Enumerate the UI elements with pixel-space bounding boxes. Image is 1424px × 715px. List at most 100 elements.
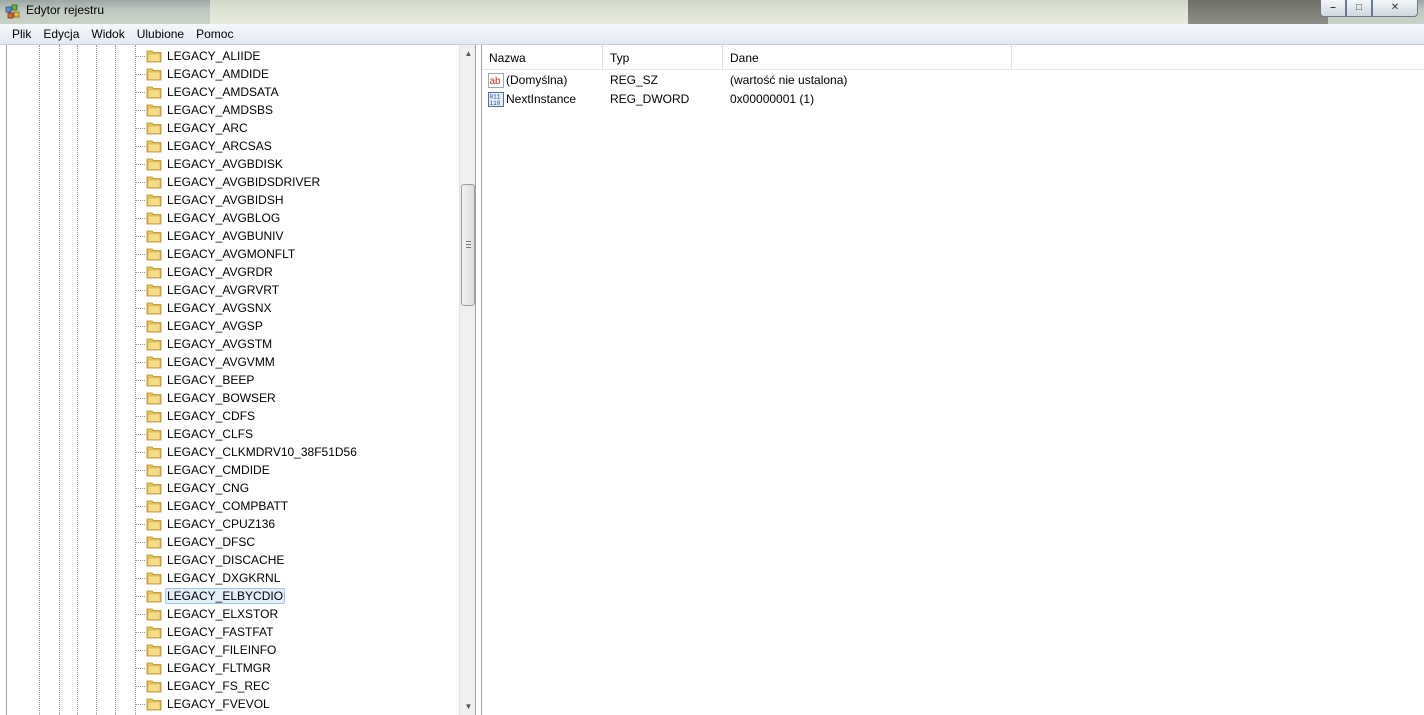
tree-connector — [135, 470, 145, 471]
scroll-thumb[interactable] — [461, 184, 475, 306]
tree-item-label: LEGACY_ELXSTOR — [167, 607, 279, 621]
tree-item[interactable]: LEGACY_AMDIDE — [7, 65, 459, 83]
expand-arrow-icon[interactable] — [129, 644, 135, 654]
expand-arrow-icon[interactable] — [129, 410, 135, 420]
expand-arrow-icon[interactable] — [129, 212, 135, 222]
scroll-up-arrow-icon[interactable]: ▲ — [460, 45, 475, 62]
menu-edycja[interactable]: Edycja — [37, 24, 85, 44]
tree-connector — [135, 182, 145, 183]
column-header-typ[interactable]: Typ — [603, 45, 723, 70]
scroll-grip-icon — [466, 241, 471, 248]
tree-item[interactable]: LEGACY_CMDIDE — [7, 461, 459, 479]
expand-arrow-icon[interactable] — [129, 230, 135, 240]
minimize-button[interactable]: – — [1320, 0, 1346, 17]
list-row[interactable]: ab (Domyślna) REG_SZ (wartość nie ustalo… — [482, 71, 1424, 90]
tree-item-label: LEGACY_FILEINFO — [167, 643, 277, 657]
expand-arrow-icon[interactable] — [129, 374, 135, 384]
expand-arrow-icon[interactable] — [129, 338, 135, 348]
tree-item[interactable]: LEGACY_FLTMGR — [7, 659, 459, 677]
tree-item[interactable]: LEGACY_CDFS — [7, 407, 459, 425]
tree-item[interactable]: LEGACY_ARCSAS — [7, 137, 459, 155]
tree-item[interactable]: LEGACY_AVGSP — [7, 317, 459, 335]
tree-scrollbar[interactable]: ▲ ▼ — [459, 45, 475, 715]
tree-connector — [135, 128, 145, 129]
tree-connector — [135, 452, 145, 453]
tree-item[interactable]: LEGACY_ARC — [7, 119, 459, 137]
menu-ulubione[interactable]: Ulubione — [131, 24, 190, 44]
expand-arrow-icon[interactable] — [129, 356, 135, 366]
expand-arrow-icon[interactable] — [129, 518, 135, 528]
expand-arrow-icon[interactable] — [129, 284, 135, 294]
tree-item[interactable]: LEGACY_AVGBIDSDRIVER — [7, 173, 459, 191]
tree-item[interactable]: LEGACY_CLKMDRV10_38F51D56 — [7, 443, 459, 461]
tree-item[interactable]: LEGACY_CPUZ136 — [7, 515, 459, 533]
folder-icon — [146, 392, 162, 405]
tree-item[interactable]: LEGACY_AMDSBS — [7, 101, 459, 119]
tree-item[interactable]: LEGACY_CLFS — [7, 425, 459, 443]
tree-item[interactable]: LEGACY_FS_REC — [7, 677, 459, 695]
expand-arrow-icon[interactable] — [129, 158, 135, 168]
tree-item[interactable]: LEGACY_ALIIDE — [7, 47, 459, 65]
folder-icon — [146, 122, 162, 135]
folder-icon — [146, 320, 162, 333]
expand-arrow-icon[interactable] — [129, 176, 135, 186]
folder-icon — [146, 374, 162, 387]
value-data: (wartość nie ustalona) — [730, 73, 848, 87]
tree-item[interactable]: LEGACY_AVGSNX — [7, 299, 459, 317]
expand-arrow-icon[interactable] — [129, 680, 135, 690]
scroll-down-arrow-icon[interactable]: ▼ — [460, 698, 475, 715]
tree-item[interactable]: LEGACY_FVEVOL — [7, 695, 459, 713]
tree-item[interactable]: LEGACY_AVGMONFLT — [7, 245, 459, 263]
expand-arrow-icon[interactable] — [129, 446, 135, 456]
tree-item-label: LEGACY_AMDSATA — [167, 85, 279, 99]
maximize-button[interactable]: □ — [1346, 0, 1372, 17]
expand-arrow-icon[interactable] — [129, 536, 135, 546]
tree-item[interactable]: LEGACY_AVGVMM — [7, 353, 459, 371]
tree-item[interactable]: LEGACY_AVGRVRT — [7, 281, 459, 299]
tree-item[interactable]: LEGACY_ELXSTOR — [7, 605, 459, 623]
menu-plik[interactable]: Plik — [6, 24, 37, 44]
tree-item[interactable]: LEGACY_FASTFAT — [7, 623, 459, 641]
expand-arrow-icon[interactable] — [129, 320, 135, 330]
expand-arrow-icon[interactable] — [129, 248, 135, 258]
menu-pomoc[interactable]: Pomoc — [190, 24, 239, 44]
tree-item-label: LEGACY_FVEVOL — [167, 697, 270, 711]
expand-arrow-icon[interactable] — [129, 302, 135, 312]
expand-arrow-icon[interactable] — [129, 626, 135, 636]
expand-arrow-icon[interactable] — [129, 266, 135, 276]
column-header-nazwa[interactable]: Nazwa — [482, 45, 603, 70]
tree-item[interactable]: LEGACY_DFSC — [7, 533, 459, 551]
tree-item[interactable]: LEGACY_DISCACHE — [7, 551, 459, 569]
tree-item[interactable]: LEGACY_ELBYCDIO — [7, 587, 459, 605]
tree-item[interactable]: LEGACY_DXGKRNL — [7, 569, 459, 587]
expand-arrow-icon[interactable] — [129, 662, 135, 672]
close-button[interactable]: ✕ — [1372, 0, 1418, 17]
tree-item[interactable]: LEGACY_AVGBDISK — [7, 155, 459, 173]
expand-arrow-icon[interactable] — [129, 698, 135, 708]
tree-item-label: LEGACY_AVGSNX — [167, 301, 272, 315]
tree-item[interactable]: LEGACY_CNG — [7, 479, 459, 497]
expand-arrow-icon[interactable] — [129, 500, 135, 510]
expand-arrow-icon[interactable] — [129, 194, 135, 204]
expand-arrow-icon[interactable] — [129, 554, 135, 564]
tree-item[interactable]: LEGACY_AVGBUNIV — [7, 227, 459, 245]
expand-arrow-icon[interactable] — [129, 572, 135, 582]
tree-item[interactable]: LEGACY_AMDSATA — [7, 83, 459, 101]
tree-item[interactable]: LEGACY_AVGSTM — [7, 335, 459, 353]
menu-widok[interactable]: Widok — [85, 24, 130, 44]
tree-connector — [135, 146, 145, 147]
tree-item[interactable]: LEGACY_COMPBATT — [7, 497, 459, 515]
expand-arrow-icon[interactable] — [129, 428, 135, 438]
expand-arrow-icon[interactable] — [129, 482, 135, 492]
tree-item[interactable]: LEGACY_BEEP — [7, 371, 459, 389]
registry-tree[interactable]: LEGACY_ALIIDE LEGACY_AMDIDE LEGACY_AMDSATA… — [6, 45, 476, 715]
tree-item[interactable]: LEGACY_FILEINFO — [7, 641, 459, 659]
column-header-dane[interactable]: Dane — [723, 45, 1012, 70]
expand-arrow-icon[interactable] — [129, 392, 135, 402]
tree-item[interactable]: LEGACY_AVGBLOG — [7, 209, 459, 227]
values-list[interactable]: Nazwa Typ Dane ab (Domyślna) REG_SZ (war… — [481, 45, 1424, 715]
tree-item[interactable]: LEGACY_AVGBIDSH — [7, 191, 459, 209]
tree-item[interactable]: LEGACY_AVGRDR — [7, 263, 459, 281]
list-row[interactable]: 011 110 NextInstance REG_DWORD 0x0000000… — [482, 90, 1424, 109]
tree-item[interactable]: LEGACY_BOWSER — [7, 389, 459, 407]
